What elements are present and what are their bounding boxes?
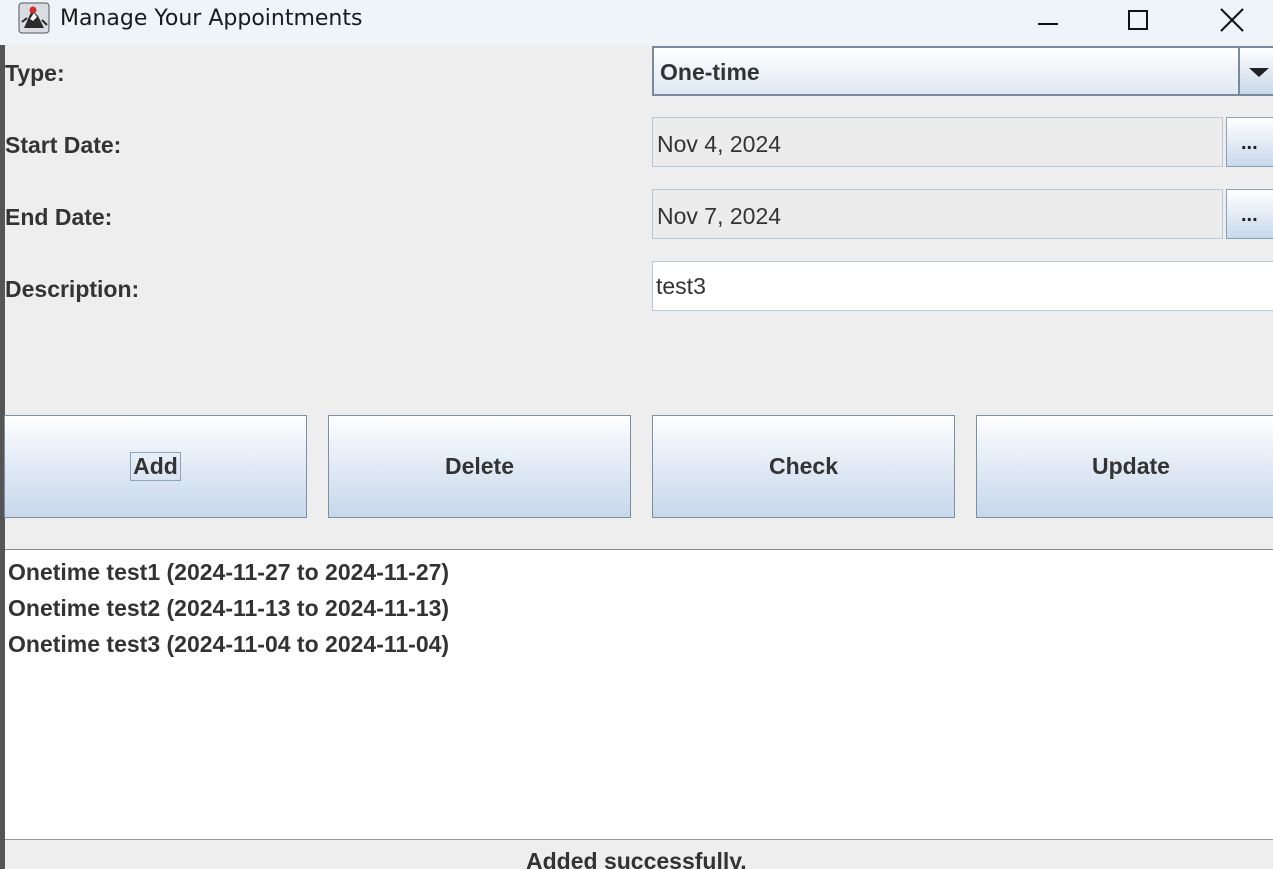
end-date-value: Nov 7, 2024 [657, 203, 782, 229]
delete-button-label: Delete [444, 453, 515, 479]
start-date-value: Nov 4, 2024 [657, 131, 782, 157]
add-button[interactable]: Add [4, 415, 307, 518]
appointment-list[interactable]: Onetime test1 (2024-11-27 to 2024-11-27)… [5, 549, 1273, 840]
start-date-label: Start Date: [5, 132, 122, 158]
java-duke-icon [18, 2, 50, 34]
update-button-label: Update [1092, 453, 1170, 479]
type-select[interactable]: One-time [652, 46, 1240, 96]
minimize-icon [1038, 23, 1058, 25]
check-button-label: Check [768, 453, 839, 479]
list-item[interactable]: Onetime test2 (2024-11-13 to 2024-11-13) [8, 595, 449, 622]
title-bar: Manage Your Appointments [0, 0, 1273, 45]
list-item[interactable]: Onetime test1 (2024-11-27 to 2024-11-27) [8, 559, 449, 586]
end-date-picker-button[interactable]: ... [1226, 189, 1273, 239]
list-item[interactable]: Onetime test3 (2024-11-04 to 2024-11-04) [8, 631, 449, 658]
ellipsis-icon: ... [1241, 204, 1258, 226]
type-selected-value: One-time [660, 59, 760, 85]
update-button[interactable]: Update [976, 415, 1273, 518]
start-date-picker-button[interactable]: ... [1226, 117, 1273, 167]
window-title: Manage Your Appointments [60, 6, 363, 31]
maximize-icon [1128, 10, 1148, 30]
type-dropdown-button[interactable] [1240, 46, 1273, 96]
close-button[interactable] [1209, 0, 1255, 40]
chevron-down-icon [1249, 68, 1269, 77]
minimize-button[interactable] [1025, 0, 1071, 40]
ellipsis-icon: ... [1241, 132, 1258, 154]
check-button[interactable]: Check [652, 415, 955, 518]
description-field-box [652, 261, 1273, 311]
status-bar: Added successfully. [5, 841, 1273, 869]
end-date-field[interactable]: Nov 7, 2024 [652, 189, 1223, 239]
description-label: Description: [5, 276, 140, 302]
maximize-button[interactable] [1115, 0, 1161, 40]
description-input[interactable] [656, 262, 1256, 310]
status-message: Added successfully. [526, 848, 747, 869]
end-date-label: End Date: [5, 204, 113, 230]
start-date-field[interactable]: Nov 4, 2024 [652, 117, 1223, 167]
type-label: Type: [5, 60, 65, 86]
add-button-label: Add [130, 452, 181, 481]
delete-button[interactable]: Delete [328, 415, 631, 518]
close-icon [1220, 8, 1244, 32]
